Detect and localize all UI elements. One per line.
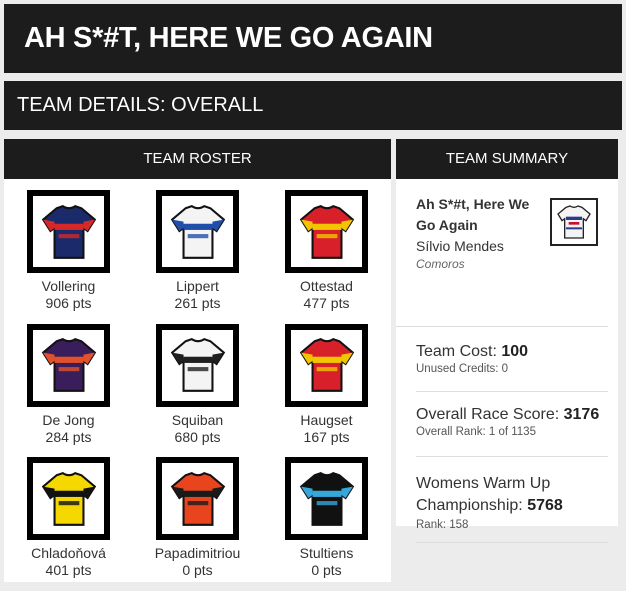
jersey-icon (170, 204, 225, 259)
rider-jersey[interactable] (156, 190, 239, 273)
jersey-icon (299, 204, 354, 259)
rider-points: 284 pts (45, 428, 92, 445)
manager-name: Sílvio Mendes (416, 238, 504, 254)
rider-jersey[interactable] (156, 323, 239, 407)
rider-name[interactable]: Stultiens (300, 545, 354, 561)
rider-jersey[interactable] (156, 457, 239, 541)
championship-value: 5768 (527, 497, 563, 514)
section-bar: TEAM DETAILS: OVERALL (4, 81, 622, 130)
team-summary-heading: TEAM SUMMARY (396, 139, 618, 179)
rider-name[interactable]: Vollering (42, 278, 96, 294)
rider-name[interactable]: Papadimitriou (155, 545, 241, 561)
section-title: TEAM DETAILS: OVERALL (17, 94, 264, 116)
team-roster-heading: TEAM ROSTER (4, 139, 391, 179)
rider-jersey[interactable] (285, 323, 368, 407)
rider-points: 0 pts (182, 562, 213, 579)
rider-jersey[interactable] (27, 323, 110, 407)
rider-name[interactable]: Squiban (172, 412, 223, 428)
rider-name[interactable]: De Jong (42, 412, 94, 428)
rider-points: 401 pts (45, 562, 92, 579)
jersey-icon (41, 338, 96, 393)
rider-card[interactable]: Chladoňová 401 pts (4, 446, 133, 580)
rider-points: 0 pts (311, 562, 342, 579)
overall-rank: Overall Rank: 1 of 1135 (416, 426, 536, 438)
rider-points: 261 pts (174, 295, 221, 311)
jersey-icon (41, 471, 96, 526)
rider-card[interactable]: Haugset 167 pts (262, 313, 391, 447)
race-score-value: 3176 (563, 406, 600, 423)
rider-name[interactable]: Chladoňová (31, 545, 106, 561)
rider-card[interactable]: Lippert 261 pts (133, 179, 262, 313)
rider-card[interactable]: Squiban 680 pts (133, 313, 262, 447)
rider-card[interactable]: Ottestad 477 pts (262, 179, 391, 313)
rider-jersey[interactable] (285, 457, 368, 541)
rider-card[interactable]: Vollering 906 pts (4, 179, 133, 313)
jersey-icon (170, 471, 225, 526)
race-score-stat: Overall Race Score: 3176 Overall Rank: 1… (416, 392, 608, 457)
rider-card[interactable]: Papadimitriou 0 pts (133, 446, 262, 580)
rider-points: 167 pts (303, 428, 350, 445)
team-cost-stat: Team Cost: 100 Unused Credits: 0 (416, 327, 608, 392)
title-bar: AH S*#T, HERE WE GO AGAIN (4, 4, 622, 73)
team-cost-label: Team Cost: (416, 343, 497, 360)
jersey-icon (170, 338, 225, 393)
team-jersey-icon (550, 198, 598, 246)
jersey-icon (41, 204, 96, 259)
rider-points: 680 pts (174, 428, 221, 445)
rider-name[interactable]: Haugset (300, 412, 352, 428)
team-cost-value: 100 (501, 343, 529, 360)
rider-name[interactable]: Lippert (176, 278, 219, 294)
manager-country: Comoros (416, 257, 465, 271)
championship-stat: Womens Warm Up Championship: 5768 Rank: … (416, 457, 608, 543)
championship-rank: Rank: 158 (416, 519, 469, 531)
rider-points: 906 pts (45, 295, 92, 311)
jersey-icon (299, 471, 354, 526)
rider-card[interactable]: De Jong 284 pts (4, 313, 133, 447)
rider-jersey[interactable] (285, 190, 368, 273)
unused-credits: Unused Credits: 0 (416, 363, 509, 375)
rider-name[interactable]: Ottestad (300, 278, 353, 294)
rider-jersey[interactable] (27, 190, 110, 273)
team-name: Ah S*#t, Here We Go Again (416, 196, 530, 233)
team-summary-panel: TEAM SUMMARY Ah S*#t, Here We Go Again S… (396, 139, 618, 543)
rider-card[interactable]: Stultiens 0 pts (262, 446, 391, 580)
team-identity: Ah S*#t, Here We Go Again Sílvio Mendes … (396, 179, 608, 327)
rider-jersey[interactable] (27, 457, 110, 541)
jersey-icon (299, 338, 354, 393)
rider-grid: Vollering 906 pts Lippert 261 pts Ottestad 47… (4, 179, 391, 580)
race-score-label: Overall Race Score: (416, 406, 560, 423)
team-roster-panel: TEAM ROSTER Vollering 906 pts Lippert 261 p… (4, 139, 391, 582)
rider-points: 477 pts (303, 295, 350, 311)
page-title: AH S*#T, HERE WE GO AGAIN (24, 22, 433, 54)
